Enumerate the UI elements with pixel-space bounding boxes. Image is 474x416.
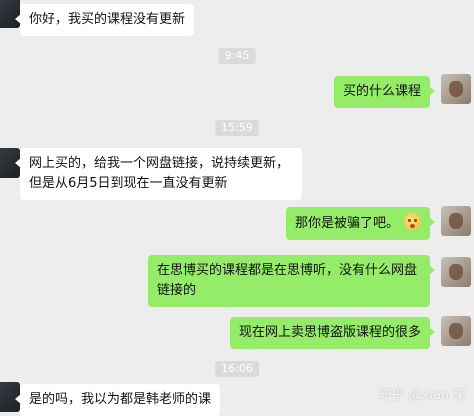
incoming-message[interactable]: 网上买的，给我一个网盘链接，说持续更新，但是从6月5日到现在一直没有更新 bbox=[15, 148, 302, 200]
avatar-figure-icon bbox=[449, 213, 463, 229]
message-text: 你好，我买的课程没有更新 bbox=[29, 12, 186, 27]
timestamp: 15:59 bbox=[215, 120, 259, 136]
incoming-message[interactable]: 你好，我买的课程没有更新 bbox=[14, 4, 195, 36]
outgoing-message[interactable]: 现在网上卖思博盗版课程的很多 bbox=[229, 317, 436, 349]
self-avatar[interactable] bbox=[441, 257, 471, 287]
avatar-figure-icon bbox=[449, 323, 463, 339]
worried-face-icon bbox=[404, 213, 421, 230]
self-avatar[interactable] bbox=[441, 316, 471, 346]
message-text: 是的吗，我以为都是韩老师的课 bbox=[29, 392, 212, 407]
self-avatar[interactable] bbox=[441, 206, 471, 236]
message-text: 现在网上卖思博盗版课程的很多 bbox=[238, 325, 421, 340]
message-text: 买的什么课程 bbox=[342, 84, 421, 99]
timestamp: 9:45 bbox=[218, 48, 256, 64]
outgoing-message[interactable]: 买的什么课程 bbox=[333, 76, 436, 108]
self-avatar[interactable] bbox=[441, 74, 471, 104]
outgoing-message[interactable]: 那你是被骗了吧。 bbox=[285, 207, 436, 240]
outgoing-message[interactable]: 在思博买的课程都是在思博听，没有什么网盘链接的 bbox=[148, 255, 435, 307]
message-text: 那你是被骗了吧。 bbox=[294, 216, 399, 231]
incoming-message[interactable]: 是的吗，我以为都是韩老师的课 bbox=[14, 384, 221, 416]
avatar-figure-icon bbox=[449, 264, 463, 280]
message-text: 在思博买的课程都是在思博听，没有什么网盘链接的 bbox=[157, 263, 418, 298]
avatar-figure-icon bbox=[449, 81, 463, 97]
message-text: 网上买的，给我一个网盘链接，说持续更新，但是从6月5日到现在一直没有更新 bbox=[29, 156, 290, 191]
timestamp: 16:06 bbox=[215, 361, 259, 377]
watermark: 知乎 @xiao 柒 bbox=[378, 388, 467, 403]
